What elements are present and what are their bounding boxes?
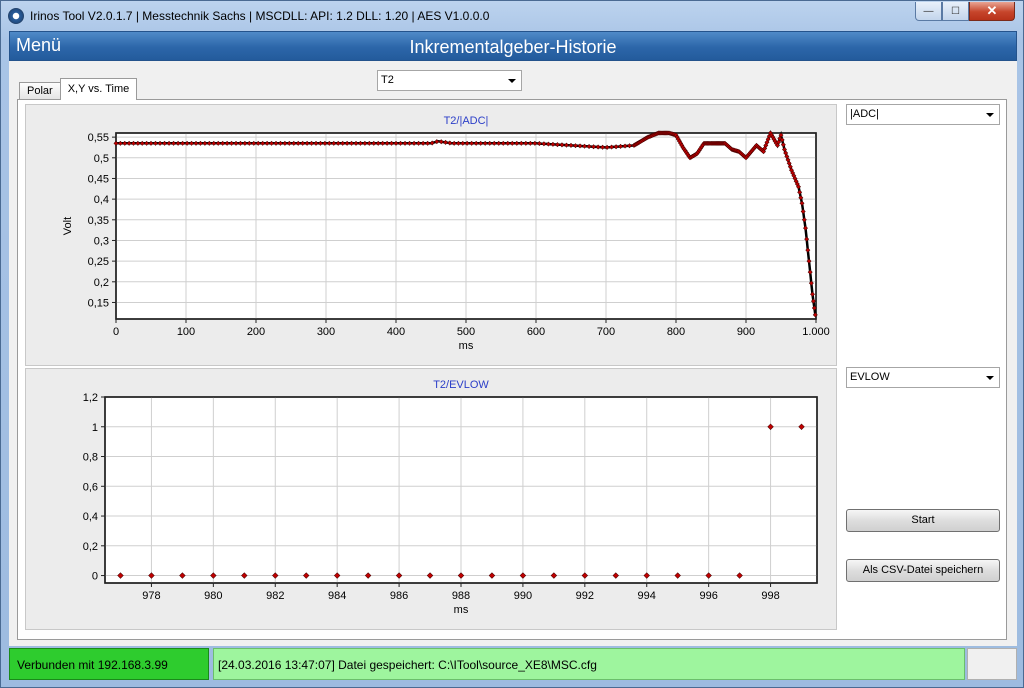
- x-tick-label: 500: [457, 326, 475, 338]
- y-tick-label: 0,6: [83, 481, 98, 493]
- top-signal-select-value: |ADC|: [850, 108, 879, 120]
- y-tick-label: 0,8: [83, 452, 98, 464]
- tab-xy-vs-time[interactable]: X,Y vs. Time: [59, 78, 138, 100]
- channel-select-value: T2: [381, 74, 394, 86]
- y-tick-label: 0,55: [88, 132, 109, 144]
- x-tick-label: 200: [247, 326, 265, 338]
- adc-chart[interactable]: T2/|ADC| 0 100 200 300 400 500 600 700 800 900 1.00…: [26, 105, 836, 365]
- evlow-chart[interactable]: T2/EVLOW 978 980 982 984 986 988 990 992 994 996 99…: [26, 369, 836, 629]
- x-tick-label: 978: [142, 590, 160, 602]
- chart-title: T2/EVLOW: [433, 379, 489, 391]
- y-axis-label: Volt: [62, 217, 74, 235]
- x-tick-label: 600: [527, 326, 545, 338]
- x-tick-label: 900: [737, 326, 755, 338]
- chevron-down-icon: [986, 113, 994, 117]
- x-tick-label: 992: [576, 590, 594, 602]
- y-tick-label: 0,25: [88, 256, 109, 268]
- x-tick-label: 980: [204, 590, 222, 602]
- title-bar[interactable]: Irinos Tool V2.0.1.7 | Messtechnik Sachs…: [1, 1, 1023, 31]
- top-signal-select[interactable]: |ADC|: [846, 104, 1000, 125]
- x-tick-label: 996: [699, 590, 717, 602]
- app-icon[interactable]: [8, 8, 24, 24]
- y-tick-label: 0,2: [94, 277, 109, 289]
- window-title: Irinos Tool V2.0.1.7 | Messtechnik Sachs…: [30, 9, 490, 23]
- y-tick-label: 0,4: [94, 194, 109, 206]
- x-tick-label: 300: [317, 326, 335, 338]
- chart-title: T2/|ADC|: [444, 115, 489, 127]
- x-tick-label: 400: [387, 326, 405, 338]
- tab-strip: Polar X,Y vs. Time: [19, 78, 138, 100]
- x-tick-label: 998: [761, 590, 779, 602]
- tab-polar[interactable]: Polar: [19, 82, 61, 100]
- close-button[interactable]: ✕: [969, 2, 1015, 21]
- x-tick-label: 1.000: [802, 326, 830, 338]
- status-message: [24.03.2016 13:47:07] Datei gespeichert:…: [213, 648, 965, 680]
- y-tick-label: 0,5: [94, 153, 109, 165]
- x-tick-label: 986: [390, 590, 408, 602]
- y-tick-label: 0,2: [83, 541, 98, 553]
- start-button[interactable]: Start: [846, 509, 1000, 532]
- header-band: Menü Inkrementalgeber-Historie: [9, 31, 1017, 61]
- x-tick-label: 700: [597, 326, 615, 338]
- y-tick-label: 0: [92, 571, 98, 583]
- y-tick-label: 0,4: [83, 511, 98, 523]
- y-tick-label: 0,45: [88, 173, 109, 185]
- x-tick-label: 100: [177, 326, 195, 338]
- chevron-down-icon: [508, 79, 516, 83]
- y-tick-label: 1,2: [83, 392, 98, 404]
- bottom-signal-select-value: EVLOW: [850, 371, 890, 383]
- x-tick-label: 994: [638, 590, 656, 602]
- channel-select[interactable]: T2: [377, 70, 522, 91]
- chevron-down-icon: [986, 376, 994, 380]
- x-tick-label: 984: [328, 590, 346, 602]
- app-window: Irinos Tool V2.0.1.7 | Messtechnik Sachs…: [0, 0, 1024, 688]
- connection-status: Verbunden mit 192.168.3.99: [9, 648, 209, 680]
- client-area: Polar X,Y vs. Time T2 T2/|ADC| 0 100 200 300…: [9, 61, 1017, 646]
- status-grip: [967, 648, 1017, 680]
- y-tick-label: 0,35: [88, 215, 109, 227]
- x-tick-label: 0: [113, 326, 119, 338]
- x-tick-label: 990: [514, 590, 532, 602]
- page-title: Inkrementalgeber-Historie: [409, 37, 617, 57]
- evlow-chart-panel: T2/EVLOW 978 980 982 984 986 988 990 992 994 996 99…: [25, 368, 837, 630]
- tab-page-xy-vs-time: T2/|ADC| 0 100 200 300 400 500 600 700 800 900 1.00…: [17, 99, 1007, 640]
- maximize-button[interactable]: ☐: [942, 2, 969, 21]
- minimize-button[interactable]: —: [915, 2, 942, 21]
- x-tick-label: 982: [266, 590, 284, 602]
- x-tick-label: 800: [667, 326, 685, 338]
- save-csv-button[interactable]: Als CSV-Datei speichern: [846, 559, 1000, 582]
- y-tick-label: 0,15: [88, 297, 109, 309]
- y-tick-label: 1: [92, 422, 98, 434]
- y-tick-label: 0,3: [94, 235, 109, 247]
- adc-chart-panel: T2/|ADC| 0 100 200 300 400 500 600 700 800 900 1.00…: [25, 104, 837, 366]
- x-axis-label: ms: [459, 340, 474, 352]
- x-tick-label: 988: [452, 590, 470, 602]
- bottom-signal-select[interactable]: EVLOW: [846, 367, 1000, 388]
- x-axis-label: ms: [454, 604, 469, 616]
